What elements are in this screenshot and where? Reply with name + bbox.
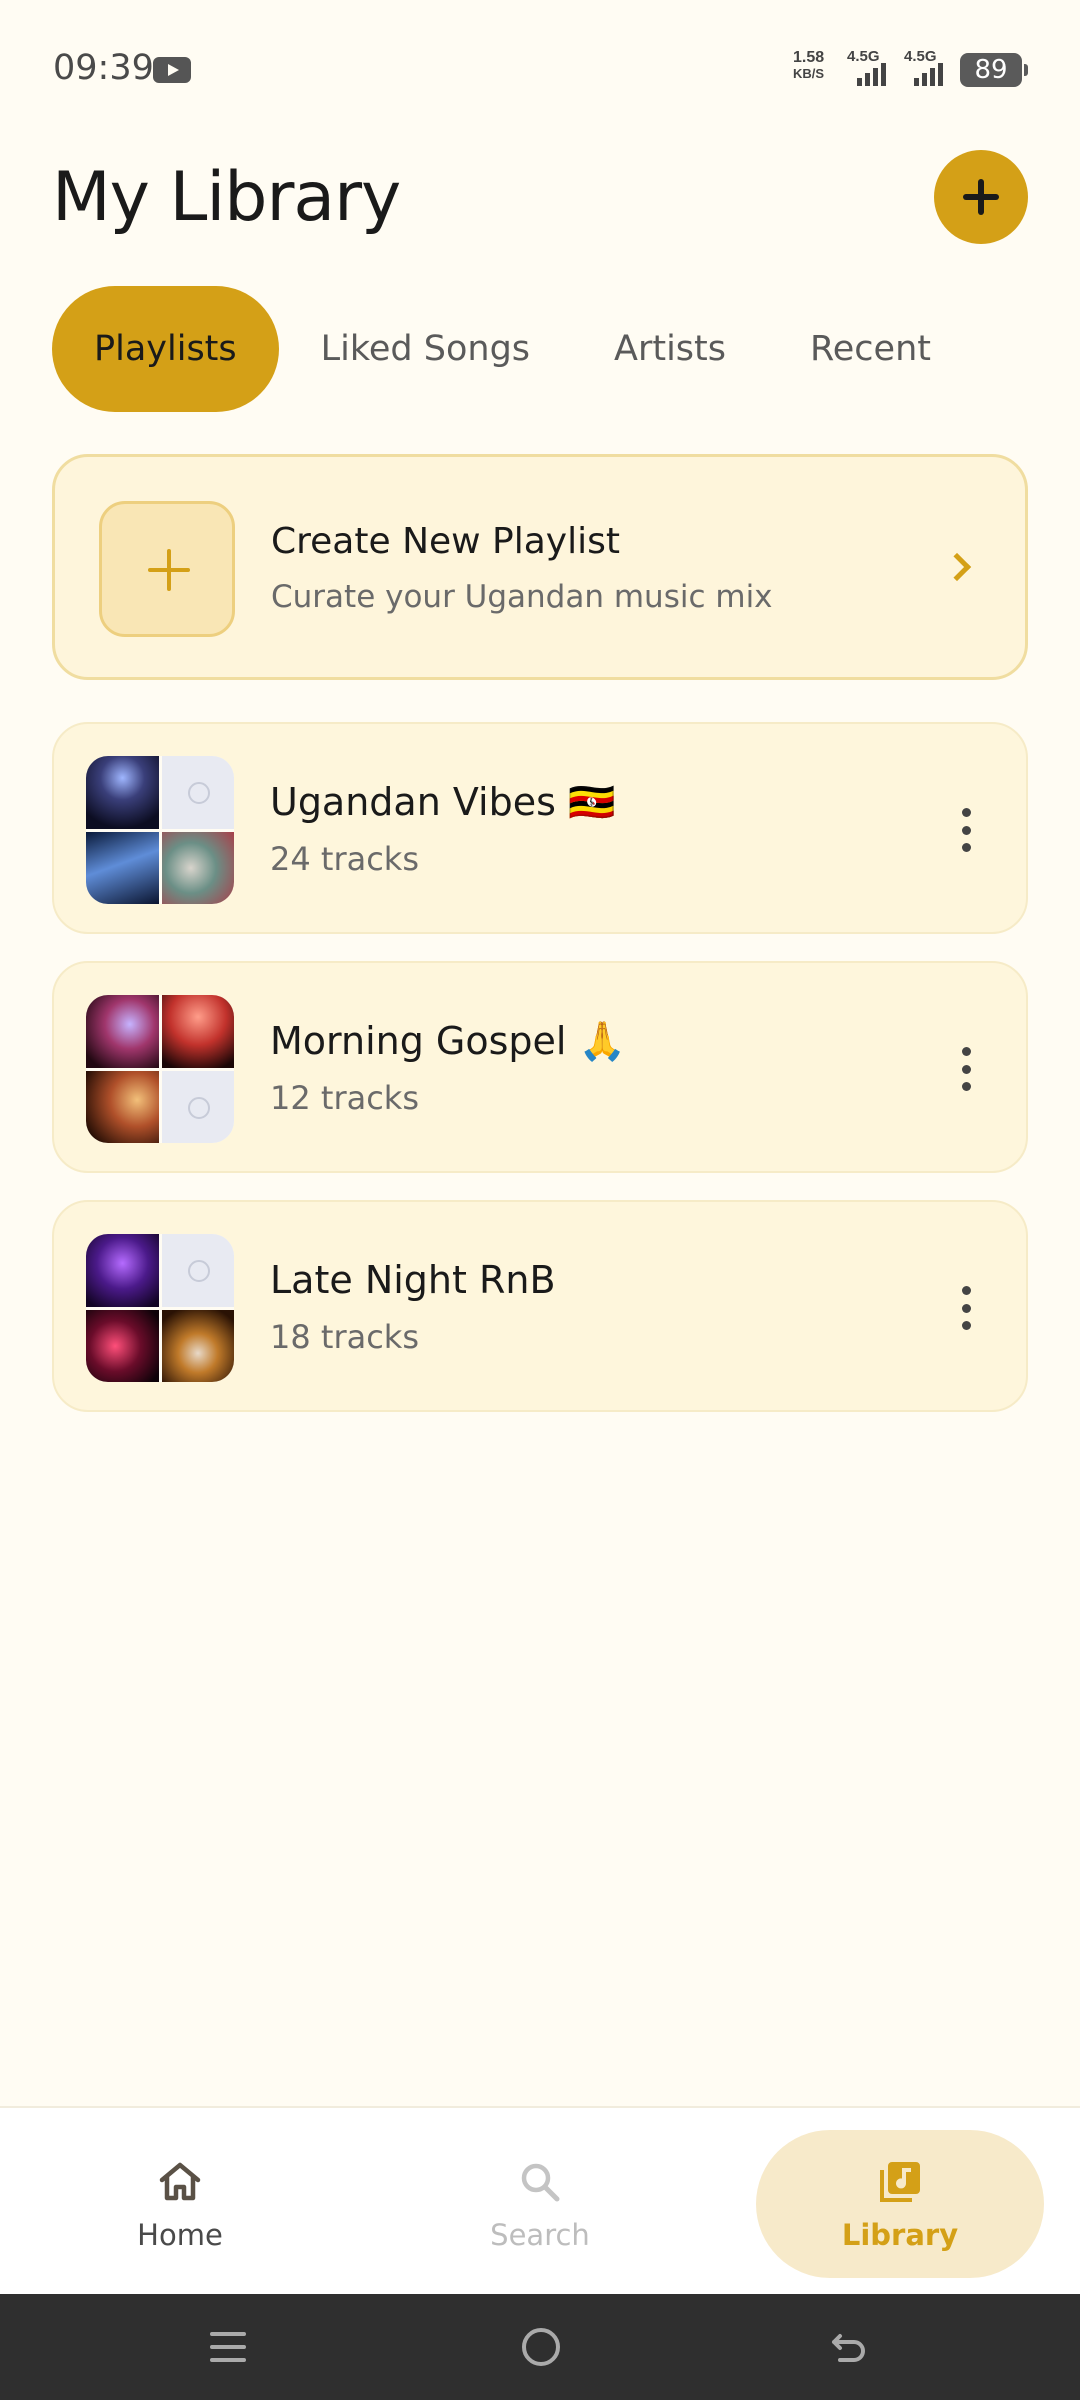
nav-home[interactable]: Home xyxy=(36,2130,324,2278)
tab-liked-songs[interactable]: Liked Songs xyxy=(279,286,572,412)
search-icon xyxy=(521,2163,560,2202)
battery-icon: 89 xyxy=(960,53,1028,87)
create-plus-icon xyxy=(99,501,235,637)
image-placeholder-icon xyxy=(161,1070,234,1143)
cover-image xyxy=(86,1309,159,1382)
tab-artists[interactable]: Artists xyxy=(572,286,768,412)
add-playlist-button[interactable] xyxy=(934,150,1028,244)
playlist-cover xyxy=(86,995,234,1143)
signal-icon-1: 4.5G xyxy=(845,48,889,88)
create-playlist-title: Create New Playlist xyxy=(271,521,620,562)
cover-image xyxy=(86,1234,159,1307)
cover-image xyxy=(86,1070,159,1143)
playlist-track-count: 24 tracks xyxy=(270,840,419,878)
nav-label-search: Search xyxy=(490,2218,590,2252)
bottom-nav: Home Search Library xyxy=(0,2106,1080,2294)
network-speed-value: 1.58 xyxy=(793,49,825,66)
image-placeholder-icon xyxy=(161,1234,234,1307)
tab-playlists[interactable]: Playlists xyxy=(52,286,279,412)
playlist-title: Ugandan Vibes 🇺🇬 xyxy=(270,780,616,824)
status-time: 09:39 xyxy=(53,48,154,88)
status-bar: 09:39 1.58 KB/S 4.5G 4.5G 89 xyxy=(0,0,1080,140)
library-music-icon xyxy=(880,2162,920,2202)
page-title: My Library xyxy=(52,158,401,237)
more-options-icon[interactable] xyxy=(960,1286,972,1330)
library-tabs: Playlists Liked Songs Artists Recent xyxy=(52,286,973,412)
nav-search[interactable]: Search xyxy=(396,2130,684,2278)
create-playlist-card[interactable]: Create New Playlist Curate your Ugandan … xyxy=(52,454,1028,680)
youtube-notification-icon xyxy=(153,57,191,83)
network-speed-unit: KB/S xyxy=(793,66,825,81)
network-speed: 1.58 KB/S xyxy=(793,50,824,82)
cover-image xyxy=(161,1309,234,1382)
nav-library[interactable]: Library xyxy=(756,2130,1044,2278)
nav-label-home: Home xyxy=(137,2218,223,2252)
cover-image xyxy=(161,831,234,904)
playlist-item[interactable]: Ugandan Vibes 🇺🇬 24 tracks xyxy=(52,722,1028,934)
tab-recent[interactable]: Recent xyxy=(768,286,973,412)
system-nav-bar xyxy=(0,2294,1080,2400)
cover-image xyxy=(86,831,159,904)
more-options-icon[interactable] xyxy=(960,1047,972,1091)
cover-image xyxy=(161,995,234,1068)
playlist-track-count: 12 tracks xyxy=(270,1079,419,1117)
playlist-title: Morning Gospel 🙏 xyxy=(270,1019,626,1063)
back-icon[interactable] xyxy=(828,2330,868,2364)
playlist-cover xyxy=(86,1234,234,1382)
more-options-icon[interactable] xyxy=(960,808,972,852)
nav-label-library: Library xyxy=(841,2218,959,2252)
playlist-item[interactable]: Morning Gospel 🙏 12 tracks xyxy=(52,961,1028,1173)
playlist-cover xyxy=(86,756,234,904)
cover-image xyxy=(86,995,159,1068)
home-icon xyxy=(159,2162,201,2201)
home-button-icon[interactable] xyxy=(522,2328,560,2366)
playlist-title: Late Night RnB xyxy=(270,1258,556,1302)
image-placeholder-icon xyxy=(161,756,234,829)
create-playlist-subtitle: Curate your Ugandan music mix xyxy=(271,579,773,615)
playlist-track-count: 18 tracks xyxy=(270,1318,419,1356)
cover-image xyxy=(86,756,159,829)
chevron-right-icon xyxy=(942,552,972,582)
recent-apps-icon[interactable] xyxy=(210,2332,246,2362)
signal-icon-2: 4.5G xyxy=(902,48,946,88)
playlist-item[interactable]: Late Night RnB 18 tracks xyxy=(52,1200,1028,1412)
